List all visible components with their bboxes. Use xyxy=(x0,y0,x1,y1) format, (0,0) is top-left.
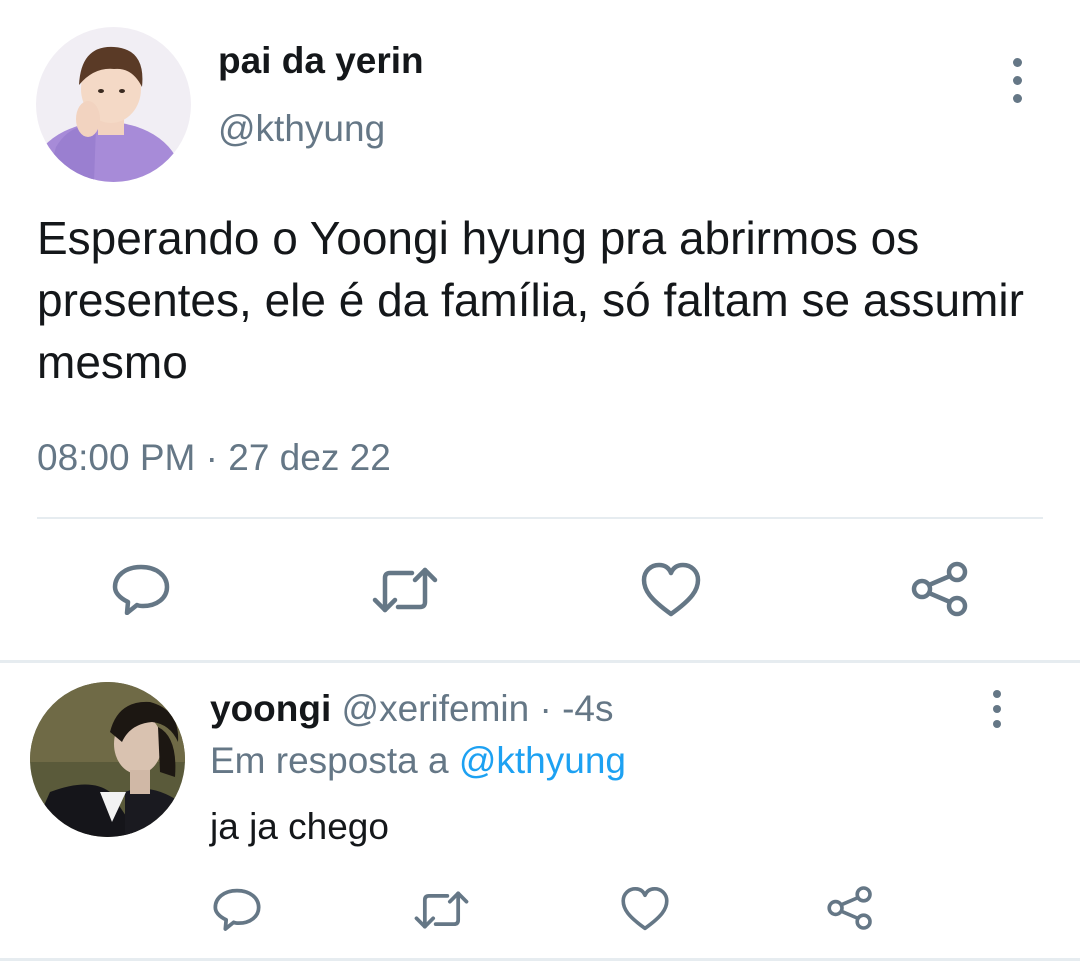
retweet-icon[interactable] xyxy=(372,566,438,614)
reply-share-icon[interactable] xyxy=(826,885,874,931)
reply-icon[interactable] xyxy=(111,563,171,615)
reply-more-options-icon[interactable] xyxy=(992,690,1002,728)
reply-time: · -4s xyxy=(539,688,614,729)
replying-to-link[interactable]: @kthyung xyxy=(459,740,626,781)
tweet-timestamp: 08:00 PM · 27 dez 22 xyxy=(37,437,391,478)
avatar[interactable] xyxy=(36,27,191,182)
reply-text: ja ja chego xyxy=(210,806,389,847)
like-icon[interactable] xyxy=(640,562,702,618)
replying-to-label: Em resposta a xyxy=(210,740,449,781)
divider xyxy=(0,660,1080,663)
tweet-text: Esperando o Yoongi hyung pra abrirmos os… xyxy=(37,212,1024,388)
reply-retweet-icon[interactable] xyxy=(414,890,469,930)
share-icon[interactable] xyxy=(910,561,970,617)
more-options-icon[interactable] xyxy=(1012,58,1022,103)
replying-to: Em resposta a @kthyung xyxy=(210,740,626,782)
author-handle[interactable]: @kthyung xyxy=(218,108,385,150)
divider xyxy=(0,958,1080,961)
reply-reply-icon[interactable] xyxy=(212,887,262,931)
author-name[interactable]: pai da yerin xyxy=(218,40,424,82)
reply-avatar[interactable] xyxy=(30,682,185,837)
reply-header: yoongi @xerifemin · -4s xyxy=(210,688,613,730)
reply-author-name[interactable]: yoongi xyxy=(210,688,331,729)
reply-like-icon[interactable] xyxy=(620,886,670,932)
reply-author-handle[interactable]: @xerifemin xyxy=(342,688,530,729)
divider xyxy=(37,517,1043,519)
